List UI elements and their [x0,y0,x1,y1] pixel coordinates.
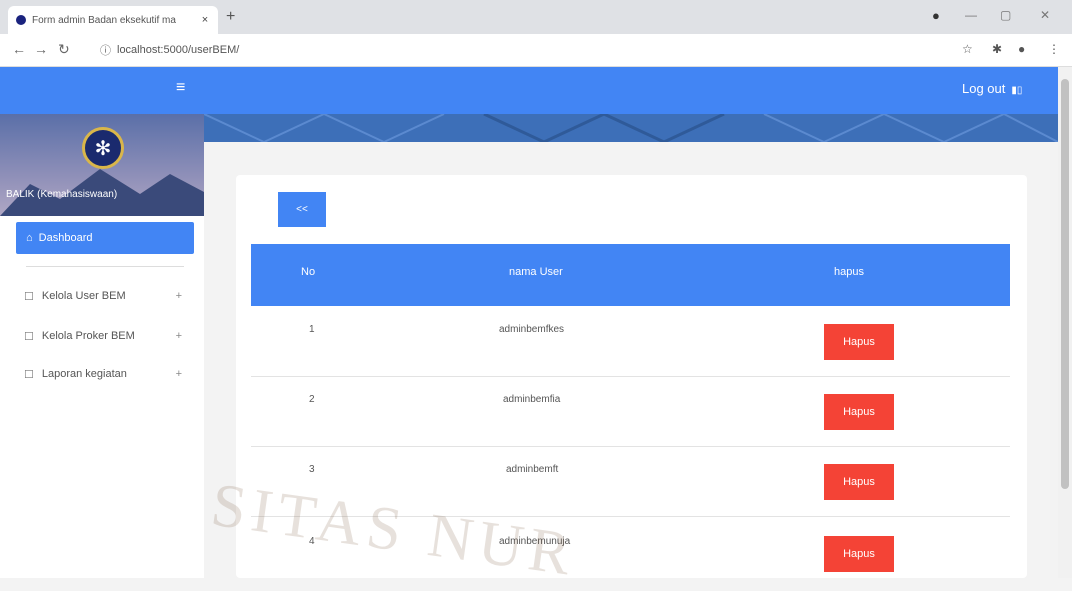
delete-button[interactable]: Hapus [824,464,894,500]
url-text: localhost:5000/userBEM/ [117,44,240,56]
sidebar-profile: ✻ BALIK (Kemahasiswaan) [0,114,204,216]
sidebar-item-laporan[interactable]: ☐ Laporan kegiatan + [24,364,194,384]
site-info-icon[interactable]: ⓘ [100,42,111,58]
bookmark-star-icon[interactable]: ☆ [962,42,973,56]
logout-label: Log out [962,81,1006,96]
column-header-no: No [301,266,316,278]
university-logo: ✻ [82,127,124,169]
sidebar: ✻ BALIK (Kemahasiswaan) ⌂ Dashboard ☐ Ke… [0,114,204,578]
sidebar-divider [26,266,184,267]
folder-icon: ☐ [24,290,34,303]
sidebar-item-dashboard[interactable]: ⌂ Dashboard [16,222,194,254]
table-header: No nama User hapus [251,244,1010,306]
table-row: 2 adminbemfia Hapus [251,376,1010,447]
browser-tab-bar: Form admin Badan eksekutif ma × + ● — ▢ … [0,0,1072,34]
reload-icon[interactable]: ↻ [58,41,70,58]
delete-button[interactable]: Hapus [824,324,894,360]
sidebar-item-kelola-proker[interactable]: ☐ Kelola Proker BEM + [24,326,194,346]
window-close-button[interactable]: ✕ [1040,8,1050,22]
app-header: ≡ Log out ▮▯ [0,67,1058,114]
expand-icon[interactable]: + [176,330,182,342]
home-icon: ⌂ [26,232,33,244]
tab-close-icon[interactable]: × [198,14,212,26]
delete-button[interactable]: Hapus [824,536,894,572]
sidebar-item-label: Laporan kegiatan [41,368,127,380]
extension-pin-icon[interactable]: ✱ [992,42,1002,56]
account-icon[interactable]: ● [932,8,940,23]
header-banner [204,114,1058,142]
expand-icon[interactable]: + [176,368,182,380]
row-username: adminbemft [506,464,559,475]
hamburger-menu-icon[interactable]: ≡ [176,79,185,97]
browser-menu-icon[interactable]: ⋮ [1048,42,1060,56]
sidebar-item-kelola-user[interactable]: ☐ Kelola User BEM + [24,286,194,306]
browser-tab[interactable]: Form admin Badan eksekutif ma × [8,6,218,34]
back-button[interactable]: << [278,192,326,227]
expand-icon[interactable]: + [176,290,182,302]
column-header-user: nama User [509,266,563,278]
row-number: 3 [309,464,315,475]
tab-title: Form admin Badan eksekutif ma [32,14,176,26]
new-tab-button[interactable]: + [226,8,235,26]
column-header-hapus: hapus [834,266,864,278]
sidebar-item-label: Kelola Proker BEM [41,330,135,342]
forward-arrow-icon[interactable]: → [34,41,48,57]
delete-button[interactable]: Hapus [824,394,894,430]
row-number: 2 [309,394,315,405]
profile-avatar-icon[interactable]: ● [1018,42,1025,56]
row-username: adminbemfia [503,394,561,405]
sidebar-item-label: Kelola User BEM [41,290,126,302]
folder-icon: ☐ [24,330,34,343]
minimize-button[interactable]: — [965,8,977,22]
scrollbar-thumb[interactable] [1061,79,1069,489]
favicon-icon [16,15,26,25]
address-bar-row: ← → ↻ ⓘ localhost:5000/userBEM/ ☆ ✱ ● ⋮ [0,34,1072,67]
url-field[interactable]: ⓘ localhost:5000/userBEM/ [100,40,930,60]
row-username: adminbemfkes [499,324,565,335]
folder-icon: ☐ [24,368,34,381]
page-scrollbar[interactable] [1058,67,1072,578]
banner-pattern [204,114,1058,142]
logout-button[interactable]: Log out ▮▯ [962,81,1022,96]
maximize-button[interactable]: ▢ [1000,8,1011,22]
row-number: 1 [309,324,315,335]
org-name: BALIK (Kemahasiswaan) [6,189,118,200]
logout-icon: ▮▯ [1011,85,1023,96]
back-arrow-icon[interactable]: ← [12,41,26,57]
sidebar-item-label: Dashboard [38,232,93,244]
table-row: 1 adminbemfkes Hapus [251,306,1010,377]
